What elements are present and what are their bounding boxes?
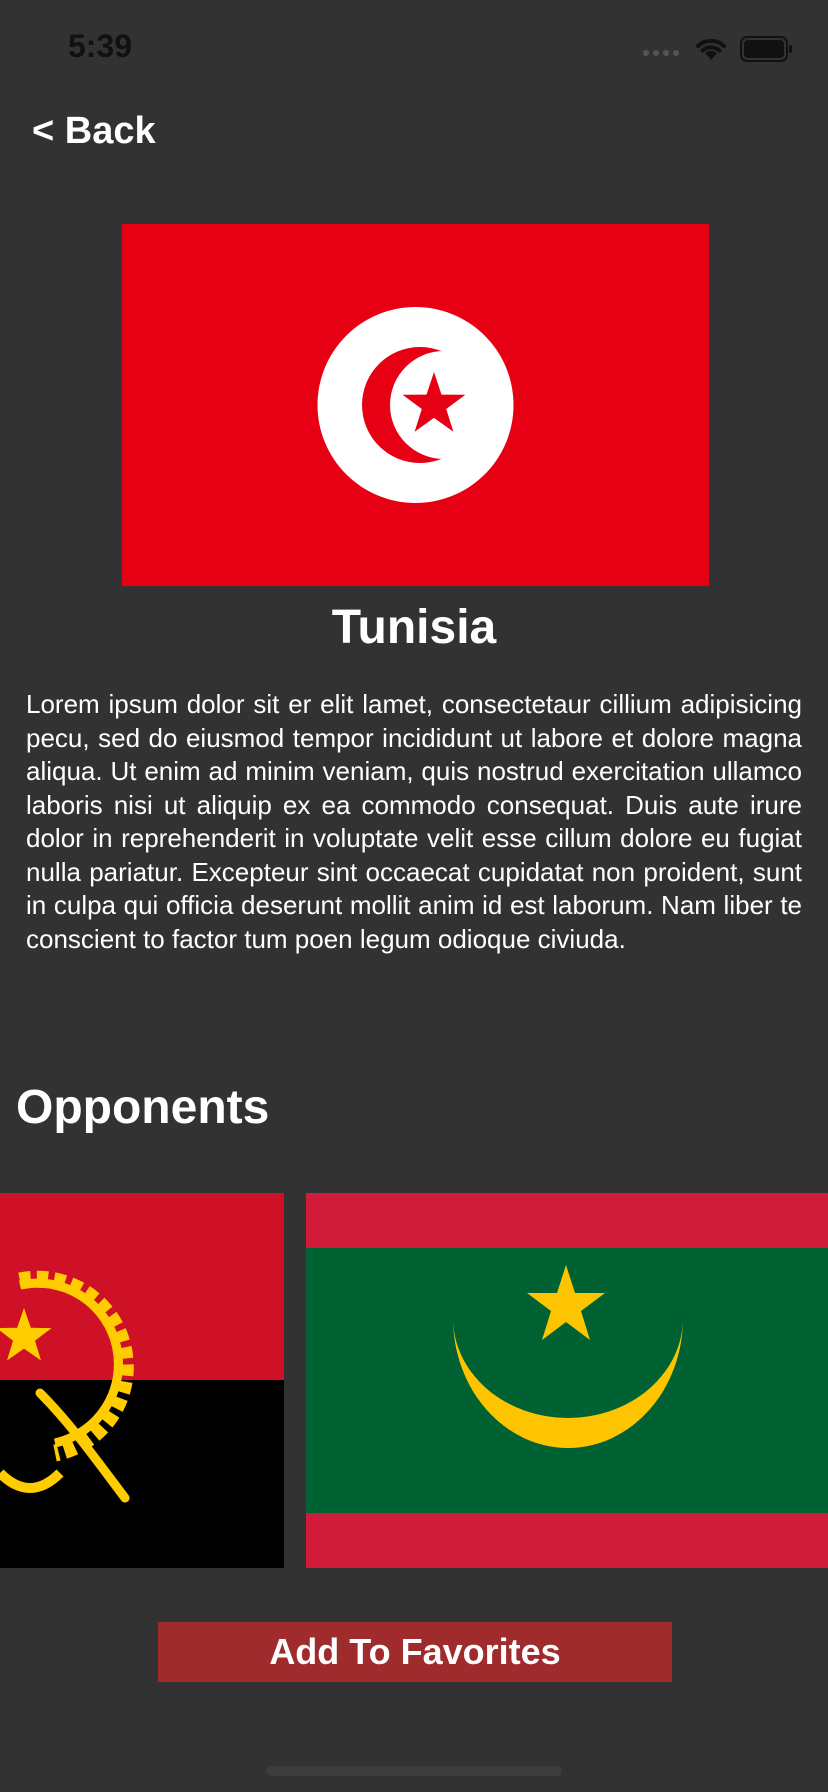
status-bar: 5:39 (0, 0, 828, 96)
country-name: Tunisia (331, 601, 497, 654)
angola-flag[interactable] (0, 1193, 284, 1568)
opponents-list[interactable] (0, 1193, 828, 1568)
home-indicator[interactable] (266, 1766, 562, 1776)
status-time: 5:39 (68, 28, 133, 64)
mauritania-flag[interactable] (306, 1193, 828, 1568)
opponents-title: Opponents (16, 1081, 270, 1134)
wifi-icon (696, 38, 726, 60)
battery-icon (740, 36, 792, 62)
country-description: Lorem ipsum dolor sit er elit lamet, con… (26, 689, 802, 954)
add-to-favorites-button[interactable]: Add To Favorites (158, 1622, 672, 1682)
back-button[interactable]: < Back (32, 110, 156, 153)
status-icons (642, 36, 794, 62)
cellular-signal-icon (643, 50, 679, 56)
tunisia-flag (122, 224, 709, 586)
